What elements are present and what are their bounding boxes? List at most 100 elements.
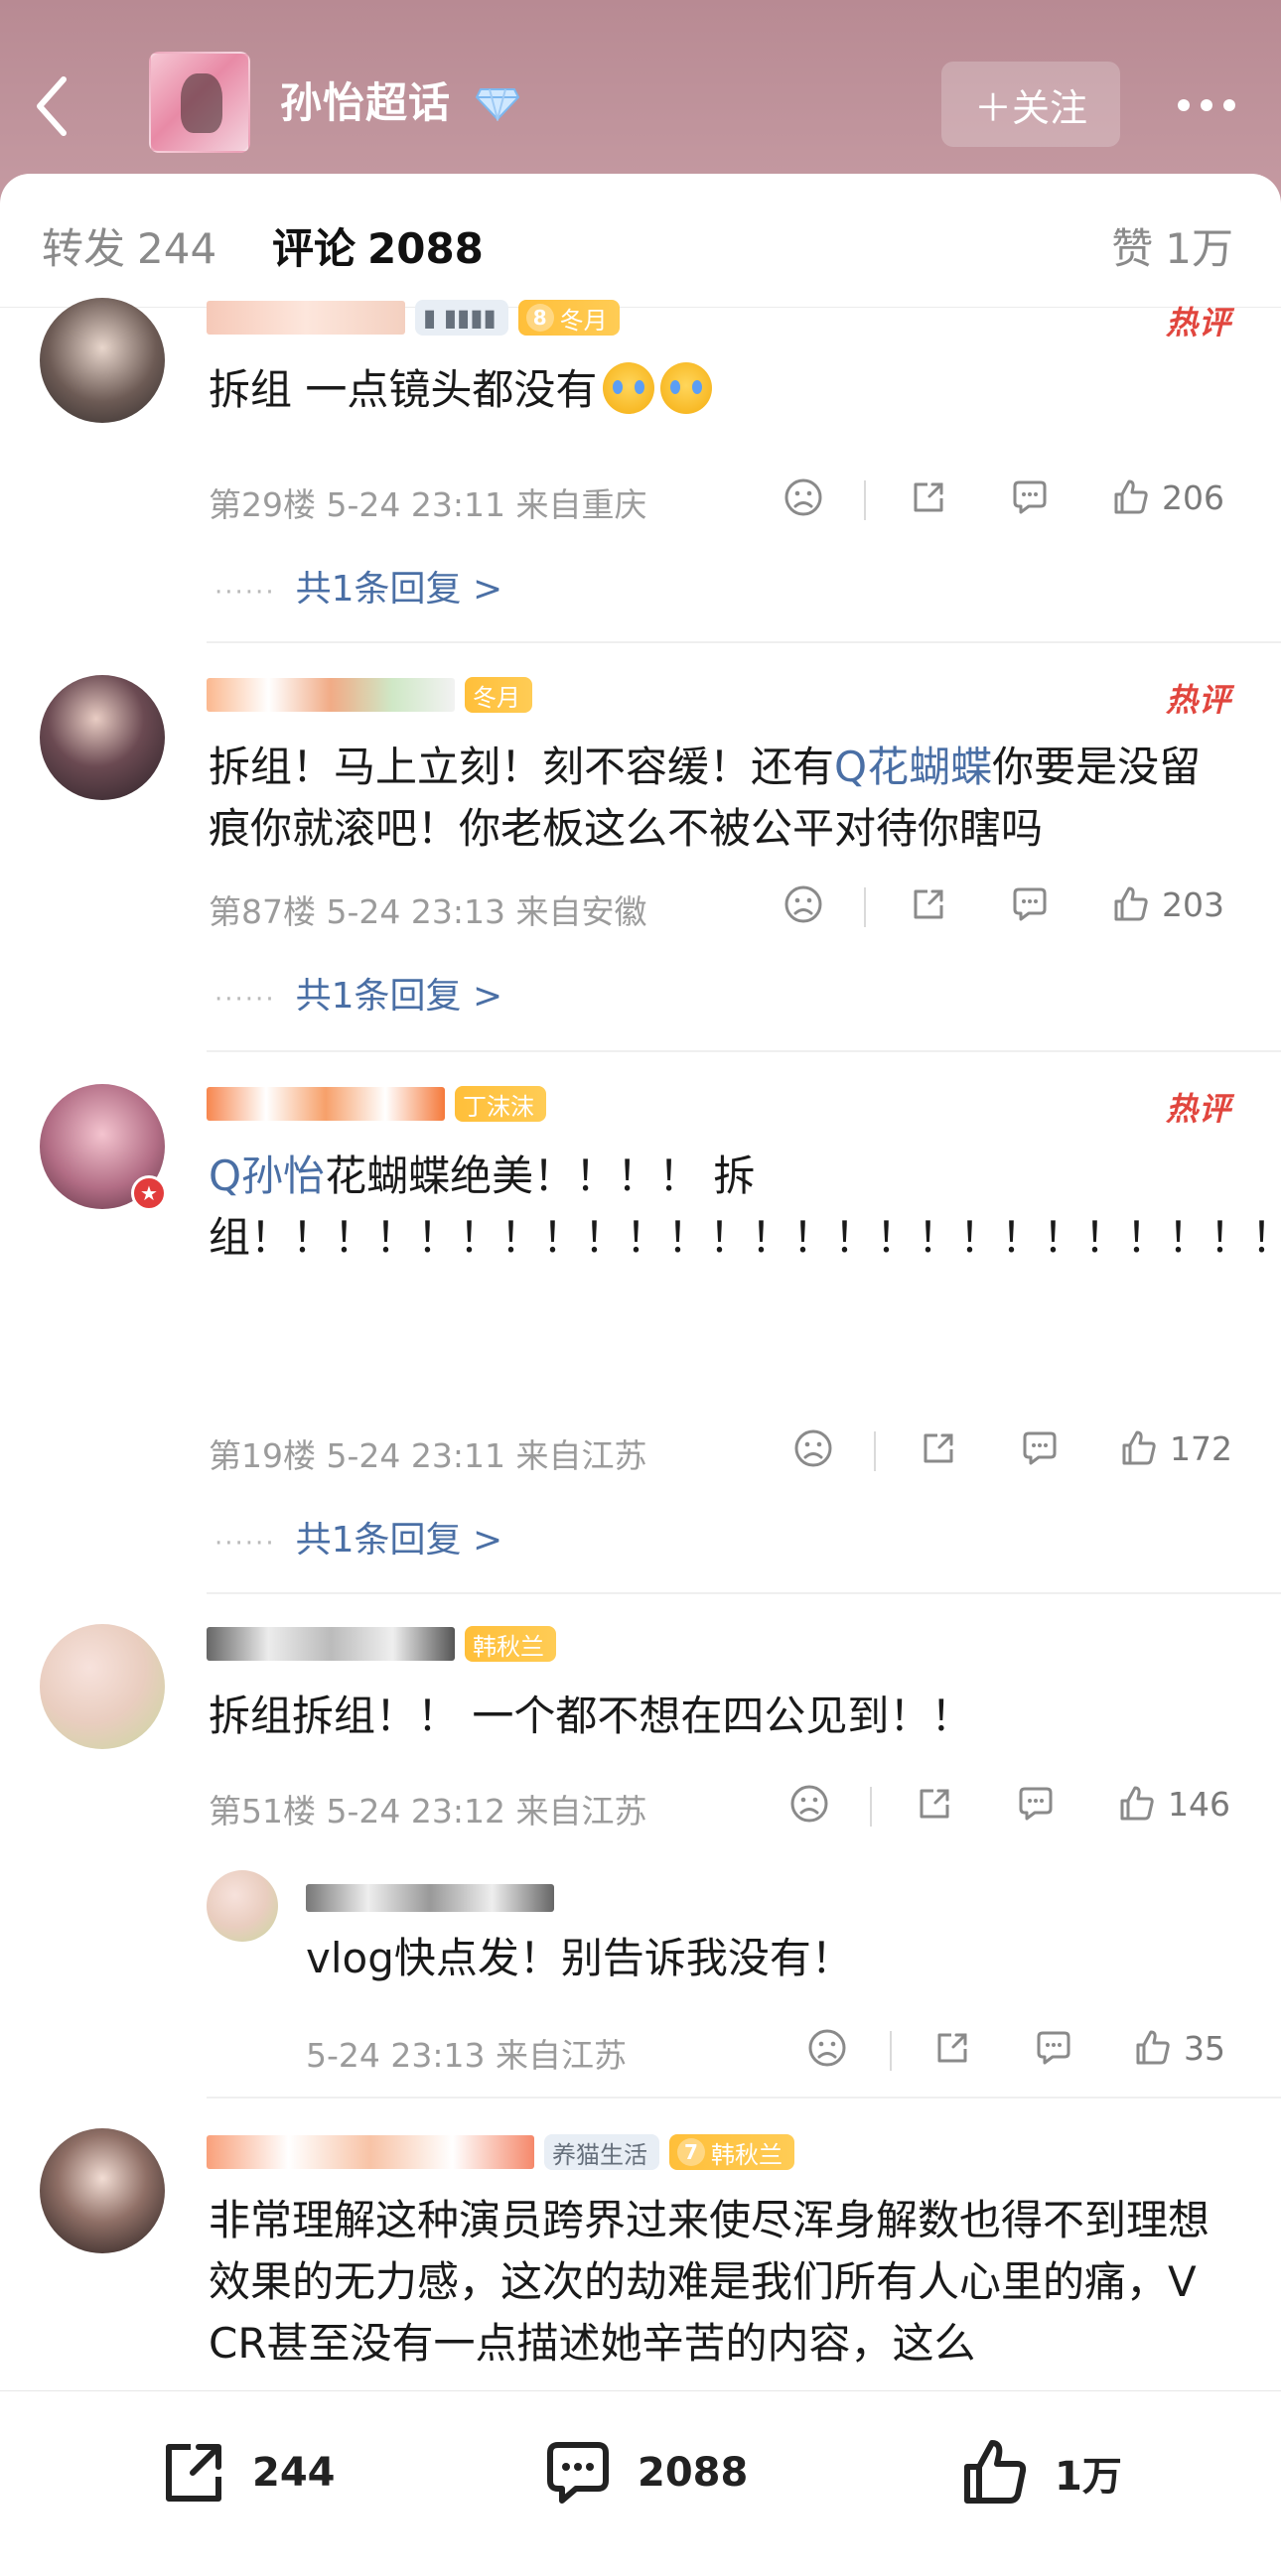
level-badge: 8 冬月: [517, 300, 620, 336]
bottom-comment-button[interactable]: 2088: [540, 2435, 748, 2510]
comment-icon: [547, 2442, 609, 2504]
comment-text: 拆组拆组！！ 一个都不想在四公见到！！: [209, 1692, 973, 1740]
crying-emoji-icon: [603, 362, 655, 414]
thumbs-up-icon: [964, 2440, 1027, 2504]
comment-text: 拆组 一点镜头都没有: [209, 359, 1221, 421]
dislike-button[interactable]: [783, 476, 824, 518]
frown-icon: [790, 1785, 828, 1823]
like-button[interactable]: 203: [1110, 883, 1224, 925]
share-icon: [937, 2033, 967, 2063]
level-badge: 丁沫沫: [455, 1086, 546, 1122]
comment-text: 拆组！马上立刻！刻不容缓！还有Q花蝴蝶你要是没留痕你就滚吧！你老板这么不被公平对…: [209, 743, 1202, 853]
share-icon: [924, 1433, 953, 1463]
username-row[interactable]: 丁沫沫: [207, 1084, 546, 1124]
level-badge: 冬月: [465, 677, 532, 713]
share-button[interactable]: [908, 476, 949, 518]
chevron-left-icon[interactable]: [30, 71, 73, 141]
comment-meta: 第51楼 5-24 23:12 来自江苏: [209, 1792, 647, 1830]
thumbs-up-icon: [1120, 1786, 1154, 1821]
bottom-repost-button[interactable]: 244: [155, 2435, 336, 2510]
frown-icon: [784, 885, 822, 923]
view-replies-link[interactable]: ······ 共1条回复 >: [214, 560, 502, 611]
share-icon: [914, 889, 943, 919]
level-badge: 7 韩秋兰: [669, 2134, 794, 2170]
fan-badge: ▮ ▮▮▮▮: [415, 300, 508, 336]
username-row[interactable]: ▮ ▮▮▮▮ 8 冬月: [207, 298, 620, 338]
comment-meta: 第87楼 5-24 23:13 来自安徽: [209, 892, 647, 931]
username-row[interactable]: 冬月: [207, 675, 532, 715]
reply-button[interactable]: [1033, 2027, 1074, 2069]
username-row[interactable]: 韩秋兰: [207, 1624, 556, 1664]
frown-icon: [808, 2029, 846, 2067]
tab-repost[interactable]: 转发 244: [42, 215, 216, 276]
frown-icon: [794, 1429, 832, 1467]
comment-icon: [1013, 480, 1047, 514]
like-button[interactable]: 172: [1118, 1427, 1232, 1469]
avatar[interactable]: [40, 1624, 165, 1749]
username-blurred: [207, 1087, 445, 1121]
hot-comment-badge: 热评: [1165, 681, 1231, 719]
username-blurred[interactable]: [306, 1884, 554, 1912]
share-button[interactable]: [908, 883, 949, 925]
diamond-icon: [475, 88, 520, 121]
weibo-comments-screen: 孙怡超话 ＋关注 转发 244 评论 2088 赞 1万 ▮ ▮▮▮▮ 8 冬月 热评 …: [0, 0, 1281, 2576]
frown-icon: [784, 478, 822, 516]
reply-text: vlog快点发！别告诉我没有！: [306, 1934, 853, 1982]
share-icon: [920, 1789, 949, 1819]
crying-emoji-icon: [660, 362, 713, 414]
bottom-like-button[interactable]: 1万: [957, 2435, 1122, 2510]
level-badge: 韩秋兰: [465, 1626, 556, 1662]
avatar[interactable]: [207, 1870, 278, 1942]
username-blurred: [207, 1627, 455, 1661]
dislike-button[interactable]: [806, 2027, 848, 2069]
more-dots-icon[interactable]: [1172, 87, 1241, 123]
comment-icon: [1023, 1431, 1057, 1465]
dislike-button[interactable]: [783, 883, 824, 925]
username-blurred: [207, 301, 405, 335]
interest-badge: 养猫生活: [544, 2134, 659, 2170]
like-button[interactable]: 35: [1132, 2027, 1225, 2069]
like-button[interactable]: 146: [1116, 1783, 1230, 1825]
reply-button[interactable]: [1009, 476, 1051, 518]
avatar[interactable]: [40, 298, 165, 423]
topic-avatar[interactable]: [149, 52, 250, 153]
comment-icon: [1013, 887, 1047, 921]
share-icon: [914, 482, 943, 512]
hot-comment-badge: 热评: [1165, 1090, 1231, 1128]
share-button[interactable]: [914, 1783, 955, 1825]
view-replies-link[interactable]: ······ 共1条回复 >: [214, 967, 502, 1018]
like-button[interactable]: 206: [1110, 476, 1224, 518]
share-button[interactable]: [931, 2027, 973, 2069]
dislike-button[interactable]: [788, 1783, 830, 1825]
avatar[interactable]: [40, 2128, 165, 2253]
topic-mention-link[interactable]: Q花蝴蝶: [834, 743, 992, 791]
share-button[interactable]: [918, 1427, 959, 1469]
tab-like[interactable]: 赞 1万: [1111, 215, 1233, 276]
reply-button[interactable]: [1015, 1783, 1057, 1825]
comment-text: Q孙怡花蝴蝶绝美！！！！ 拆组！！！！！！！！！！！！！！！！！！！！！！！！！…: [209, 1152, 1281, 1262]
dislike-button[interactable]: [792, 1427, 834, 1469]
thumbs-up-icon: [1114, 479, 1148, 514]
thumbs-up-icon: [1136, 2030, 1170, 2065]
topic-mention-link[interactable]: Q孙怡: [209, 1152, 325, 1200]
reply-button[interactable]: [1019, 1427, 1061, 1469]
comment-icon: [1019, 1787, 1053, 1821]
comment-meta: 第29楼 5-24 23:11 来自重庆: [209, 485, 647, 524]
comment-meta: 第19楼 5-24 23:11 来自江苏: [209, 1436, 647, 1475]
tab-comment[interactable]: 评论 2088: [272, 215, 484, 276]
thumbs-up-icon: [1114, 886, 1148, 921]
view-replies-link[interactable]: ······ 共1条回复 >: [214, 1511, 502, 1562]
username-blurred: [207, 2135, 534, 2169]
topic-title[interactable]: 孙怡超话: [280, 69, 451, 130]
verified-star-icon: ★: [131, 1175, 167, 1211]
hot-comment-badge: 热评: [1165, 304, 1231, 341]
reply-button[interactable]: [1009, 883, 1051, 925]
comment-icon: [1037, 2031, 1070, 2065]
reply-meta: 5-24 23:13 来自江苏: [306, 2036, 627, 2075]
bottom-action-bar: 244 2088 1万: [0, 2390, 1281, 2576]
comment-tabs: 转发 244 评论 2088 赞 1万: [0, 174, 1281, 308]
username-row[interactable]: 养猫生活 7 韩秋兰: [207, 2132, 794, 2172]
avatar[interactable]: [40, 675, 165, 800]
follow-button[interactable]: ＋关注: [941, 62, 1120, 147]
thumbs-up-icon: [1122, 1430, 1156, 1465]
